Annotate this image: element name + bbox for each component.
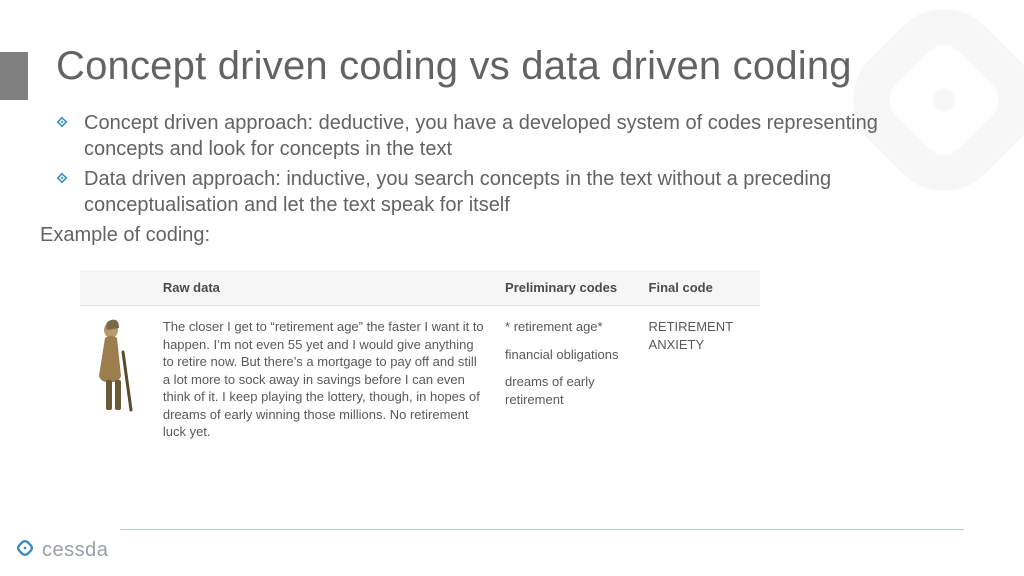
bullet-text: Concept driven approach: deductive, you … (84, 110, 956, 162)
bullet-text: Data driven approach: inductive, you sea… (84, 166, 956, 218)
row-illustration (80, 306, 153, 451)
cell-raw-data: The closer I get to “retirement age” the… (153, 306, 495, 451)
brand-logo: cessda (14, 537, 108, 564)
diamond-bullet-icon (56, 116, 74, 128)
cell-final-code: RETIREMENT ANXIETY (639, 306, 760, 451)
example-label: Example of coding: (40, 224, 210, 247)
brand-mark-icon (14, 537, 36, 564)
brand-name: cessda (42, 539, 108, 562)
footer-divider (120, 529, 964, 530)
table-header-raw: Raw data (153, 270, 495, 306)
table-header-row: Raw data Preliminary codes Final code (80, 270, 760, 306)
table-header-prelim: Preliminary codes (495, 270, 639, 306)
prelim-code: dreams of early retirement (505, 373, 629, 408)
cell-prelim-codes: * retirement age* financial obligations … (495, 306, 639, 451)
coding-table: Raw data Preliminary codes Final code (80, 270, 760, 451)
prelim-code: * retirement age* (505, 318, 629, 336)
diamond-bullet-icon (56, 172, 74, 184)
bullet-item: Concept driven approach: deductive, you … (56, 110, 956, 162)
bullet-list: Concept driven approach: deductive, you … (56, 110, 956, 222)
table-row: The closer I get to “retirement age” the… (80, 306, 760, 451)
table-header-empty (80, 270, 153, 306)
slide-title: Concept driven coding vs data driven cod… (56, 44, 852, 89)
bullet-item: Data driven approach: inductive, you sea… (56, 166, 956, 218)
title-accent-bar (0, 52, 28, 100)
table-header-final: Final code (639, 270, 760, 306)
prelim-code: financial obligations (505, 346, 629, 364)
